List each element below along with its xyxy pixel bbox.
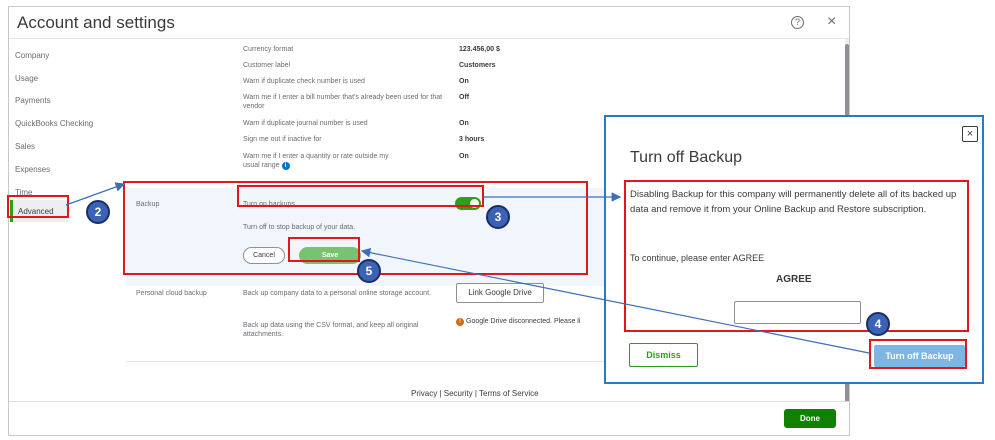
close-icon[interactable]: × [827,13,836,31]
step-badge-4: 4 [866,312,890,336]
window-title: Account and settings [17,13,175,32]
setting-value: 123.456,00 $ [459,46,500,53]
sidebar-item-quickbooks-checking[interactable]: QuickBooks Checking [15,119,93,128]
highlight-backup-toggle [237,185,484,207]
step-badge-2: 2 [86,200,110,224]
setting-value: Off [459,94,470,101]
setting-value: On [459,153,469,160]
highlight-advanced [7,195,69,218]
sidebar-item-sales[interactable]: Sales [15,142,35,151]
drive-status-text: Google Drive disconnected. Please li [466,318,581,325]
setting-value: 3 hours [459,136,485,143]
sidebar-item-payments[interactable]: Payments [15,96,51,105]
setting-label: Warn me if I enter a quantity or rate ou… [243,152,393,170]
modal-title: Turn off Backup [630,149,743,166]
cloud-backup-label: Personal cloud backup [136,290,207,297]
setting-label: Warn if duplicate journal number is used [243,120,368,127]
setting-value: On [459,78,469,85]
setting-label-text: Warn me if I enter a quantity or rate ou… [243,153,389,169]
sidebar-item-expenses[interactable]: Expenses [15,165,50,174]
step-badge-3: 3 [486,205,510,229]
sidebar-item-usage[interactable]: Usage [15,74,38,83]
setting-label: Currency format [243,46,294,53]
info-icon[interactable]: i [281,162,290,170]
highlight-save [288,237,360,262]
done-button[interactable]: Done [784,409,836,428]
csv-backup-desc: Back up data using the CSV format, and k… [243,322,419,338]
modal-close-icon[interactable]: × [962,126,978,142]
setting-label: Warn if duplicate check number is used [243,78,365,85]
setting-value: On [459,120,469,127]
highlight-modal-body [624,180,969,332]
title-bar: Account and settings ? × [9,7,849,39]
warning-icon: ! [456,318,464,326]
setting-label: Customer label [243,62,291,69]
drive-status: ! Google Drive disconnected. Please li [456,318,580,326]
footer-links[interactable]: Privacy | Security | Terms of Service [411,389,539,398]
cloud-backup-desc: Back up company data to a personal onlin… [243,290,431,297]
bottom-bar: Done [9,401,849,435]
sidebar-item-company[interactable]: Company [15,51,49,60]
setting-label: Warn me if I enter a bill number that's … [243,94,443,110]
dismiss-button[interactable]: Dismiss [629,343,698,367]
setting-value: Customers [459,62,496,69]
help-icon[interactable]: ? [791,16,804,29]
highlight-turn-off [869,339,967,369]
setting-label: Sign me out if inactive for [243,136,322,143]
link-google-drive-button[interactable]: Link Google Drive [456,283,544,303]
step-badge-5: 5 [357,259,381,283]
